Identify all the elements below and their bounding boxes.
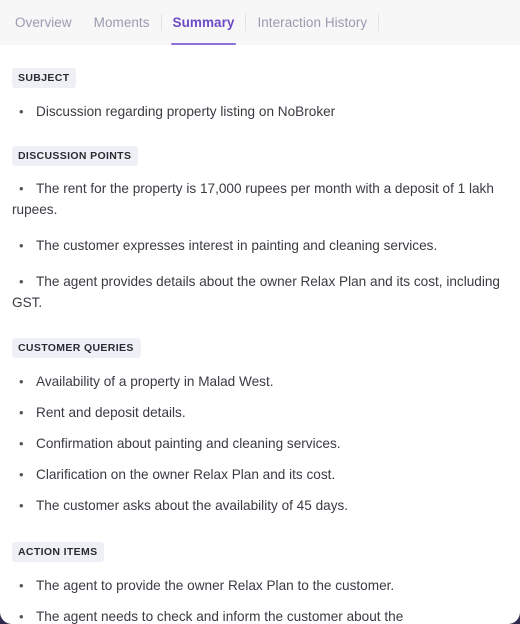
section-discussion-points: DISCUSSION POINTS The rent for the prope…	[12, 146, 508, 313]
section-customer-queries-list: Availability of a property in Malad West…	[12, 371, 508, 516]
list-item: Rent and deposit details.	[12, 402, 508, 423]
summary-panel: Overview Moments Summary Interaction His…	[0, 0, 520, 624]
section-action-items-list: The agent to provide the owner Relax Pla…	[12, 575, 508, 624]
tab-moments-label: Moments	[93, 14, 150, 30]
list-item: Availability of a property in Malad West…	[12, 371, 508, 392]
list-item: The customer expresses interest in paint…	[12, 235, 508, 256]
tab-moments[interactable]: Moments	[83, 0, 161, 45]
section-action-items-title: ACTION ITEMS	[12, 542, 105, 563]
tab-summary[interactable]: Summary	[162, 0, 246, 45]
list-item: The agent to provide the owner Relax Pla…	[12, 575, 508, 596]
list-item: The agent needs to check and inform the …	[12, 606, 508, 624]
list-item: Confirmation about painting and cleaning…	[12, 433, 508, 454]
tab-separator	[378, 14, 380, 31]
tab-bar: Overview Moments Summary Interaction His…	[0, 0, 520, 45]
tab-interaction-history-label: Interaction History	[257, 14, 368, 30]
list-item: The rent for the property is 17,000 rupe…	[12, 178, 508, 220]
section-discussion-points-list: The rent for the property is 17,000 rupe…	[12, 178, 508, 313]
section-subject-list: Discussion regarding property listing on…	[12, 101, 508, 122]
tab-summary-label: Summary	[172, 14, 235, 30]
summary-content: SUBJECT Discussion regarding property li…	[0, 68, 520, 624]
section-discussion-points-title: DISCUSSION POINTS	[12, 146, 139, 167]
section-customer-queries: CUSTOMER QUERIES Availability of a prope…	[12, 338, 508, 516]
section-customer-queries-title: CUSTOMER QUERIES	[12, 338, 141, 359]
section-subject: SUBJECT Discussion regarding property li…	[12, 68, 508, 122]
tab-overview[interactable]: Overview	[4, 0, 83, 45]
section-subject-title: SUBJECT	[12, 68, 77, 89]
list-item: The agent provides details about the own…	[12, 271, 508, 313]
tab-overview-label: Overview	[15, 14, 72, 30]
list-item: The customer asks about the availability…	[12, 495, 508, 516]
list-item: Clarification on the owner Relax Plan an…	[12, 464, 508, 485]
list-item: Discussion regarding property listing on…	[12, 101, 508, 122]
tab-interaction-history[interactable]: Interaction History	[246, 0, 378, 45]
section-action-items: ACTION ITEMS The agent to provide the ow…	[12, 542, 508, 624]
